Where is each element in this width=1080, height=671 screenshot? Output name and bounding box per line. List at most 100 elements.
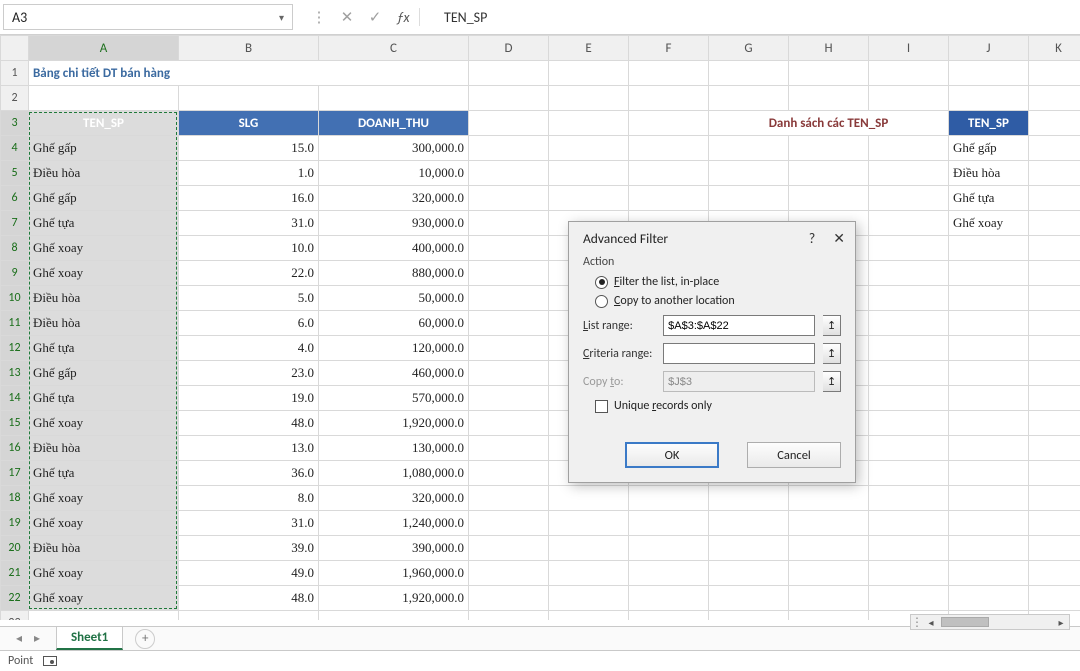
row-header[interactable]: 21 bbox=[1, 561, 29, 586]
cell[interactable] bbox=[869, 336, 949, 361]
cell[interactable]: 39.0 bbox=[179, 536, 319, 561]
cell[interactable]: 1,920,000.0 bbox=[319, 586, 469, 611]
cell[interactable] bbox=[869, 86, 949, 111]
cell[interactable]: Ghế tựa bbox=[29, 386, 179, 411]
list-range-input[interactable] bbox=[663, 315, 815, 336]
cell[interactable]: TEN_SP bbox=[29, 111, 179, 136]
cell[interactable] bbox=[709, 136, 789, 161]
row-header[interactable]: 11 bbox=[1, 311, 29, 336]
cell[interactable] bbox=[949, 311, 1029, 336]
cell[interactable] bbox=[869, 161, 949, 186]
cell[interactable] bbox=[1029, 186, 1080, 211]
cell[interactable] bbox=[1029, 336, 1080, 361]
cell[interactable] bbox=[869, 361, 949, 386]
cell[interactable] bbox=[869, 461, 949, 486]
cell[interactable]: 10,000.0 bbox=[319, 161, 469, 186]
cell[interactable] bbox=[1029, 236, 1080, 261]
cell[interactable] bbox=[469, 136, 549, 161]
cell[interactable]: 60,000.0 bbox=[319, 311, 469, 336]
cell[interactable] bbox=[469, 511, 549, 536]
cell[interactable]: 120,000.0 bbox=[319, 336, 469, 361]
cell[interactable] bbox=[1029, 436, 1080, 461]
cell[interactable] bbox=[179, 611, 319, 621]
cell[interactable]: 930,000.0 bbox=[319, 211, 469, 236]
cell[interactable] bbox=[949, 286, 1029, 311]
cell[interactable] bbox=[1029, 311, 1080, 336]
cell[interactable]: 1.0 bbox=[179, 161, 319, 186]
cell[interactable] bbox=[629, 136, 709, 161]
row-header[interactable]: 7 bbox=[1, 211, 29, 236]
row-header[interactable]: 2 bbox=[1, 86, 29, 111]
cell[interactable] bbox=[949, 536, 1029, 561]
fx-icon[interactable]: ƒx bbox=[389, 9, 417, 26]
cell[interactable]: Bảng chi tiết DT bán hàng bbox=[29, 61, 469, 86]
cell[interactable]: 460,000.0 bbox=[319, 361, 469, 386]
cell[interactable]: 36.0 bbox=[179, 461, 319, 486]
spreadsheet-grid[interactable]: ABCDEFGHIJK 1Bảng chi tiết DT bán hàng23… bbox=[0, 35, 1080, 620]
cell[interactable]: 320,000.0 bbox=[319, 486, 469, 511]
column-headers[interactable]: ABCDEFGHIJK bbox=[1, 36, 1080, 61]
formula-cancel-icon[interactable]: ✕ bbox=[333, 8, 361, 27]
column-header[interactable]: B bbox=[179, 36, 319, 61]
cell[interactable]: 300,000.0 bbox=[319, 136, 469, 161]
cell[interactable] bbox=[789, 586, 869, 611]
cell[interactable] bbox=[789, 611, 869, 621]
cell[interactable] bbox=[629, 86, 709, 111]
cell[interactable] bbox=[709, 161, 789, 186]
cell[interactable] bbox=[869, 236, 949, 261]
cell[interactable]: 400,000.0 bbox=[319, 236, 469, 261]
column-header[interactable]: H bbox=[789, 36, 869, 61]
cell[interactable] bbox=[1029, 211, 1080, 236]
cell[interactable]: 31.0 bbox=[179, 511, 319, 536]
cell[interactable] bbox=[629, 161, 709, 186]
dialog-help-icon[interactable]: ? bbox=[809, 230, 816, 247]
macro-record-icon[interactable] bbox=[43, 656, 57, 666]
cell[interactable]: Ghế xoay bbox=[949, 211, 1029, 236]
column-header[interactable]: C bbox=[319, 36, 469, 61]
cell[interactable] bbox=[949, 411, 1029, 436]
cell[interactable]: 5.0 bbox=[179, 286, 319, 311]
cell[interactable] bbox=[1029, 61, 1080, 86]
formula-enter-icon[interactable]: ✓ bbox=[361, 8, 389, 27]
column-header[interactable]: F bbox=[629, 36, 709, 61]
cell[interactable]: 8.0 bbox=[179, 486, 319, 511]
row-header[interactable]: 6 bbox=[1, 186, 29, 211]
cell[interactable] bbox=[469, 286, 549, 311]
cell[interactable]: 1,080,000.0 bbox=[319, 461, 469, 486]
cell[interactable] bbox=[869, 136, 949, 161]
cell[interactable] bbox=[1029, 511, 1080, 536]
cell[interactable]: Điều hòa bbox=[29, 161, 179, 186]
cell[interactable] bbox=[549, 186, 629, 211]
cell[interactable]: 15.0 bbox=[179, 136, 319, 161]
cell[interactable] bbox=[319, 86, 469, 111]
cell[interactable] bbox=[1029, 461, 1080, 486]
cell[interactable] bbox=[709, 536, 789, 561]
cell[interactable]: 48.0 bbox=[179, 586, 319, 611]
cell[interactable]: 50,000.0 bbox=[319, 286, 469, 311]
cell[interactable] bbox=[1029, 536, 1080, 561]
cell[interactable] bbox=[789, 536, 869, 561]
cell[interactable]: 49.0 bbox=[179, 561, 319, 586]
cell[interactable] bbox=[789, 161, 869, 186]
row-header[interactable]: 9 bbox=[1, 261, 29, 286]
cell[interactable] bbox=[709, 611, 789, 621]
cell[interactable] bbox=[949, 586, 1029, 611]
cell[interactable]: Ghế tựa bbox=[29, 336, 179, 361]
row-header[interactable]: 22 bbox=[1, 586, 29, 611]
cell[interactable] bbox=[629, 511, 709, 536]
cell[interactable] bbox=[789, 186, 869, 211]
cell[interactable] bbox=[629, 611, 709, 621]
radio-copy-to-location[interactable]: Copy to another location bbox=[595, 294, 841, 308]
column-header[interactable]: G bbox=[709, 36, 789, 61]
cell[interactable]: Ghế gấp bbox=[29, 136, 179, 161]
cell[interactable]: Ghế gấp bbox=[949, 136, 1029, 161]
cell[interactable]: TEN_SP bbox=[949, 111, 1029, 136]
cell[interactable]: Điều hòa bbox=[29, 436, 179, 461]
cell[interactable] bbox=[1029, 261, 1080, 286]
cell[interactable] bbox=[869, 61, 949, 86]
cell[interactable]: Ghế xoay bbox=[29, 586, 179, 611]
dialog-close-icon[interactable]: ✕ bbox=[833, 230, 845, 247]
cell[interactable] bbox=[179, 86, 319, 111]
cell[interactable]: 48.0 bbox=[179, 411, 319, 436]
column-header[interactable]: E bbox=[549, 36, 629, 61]
